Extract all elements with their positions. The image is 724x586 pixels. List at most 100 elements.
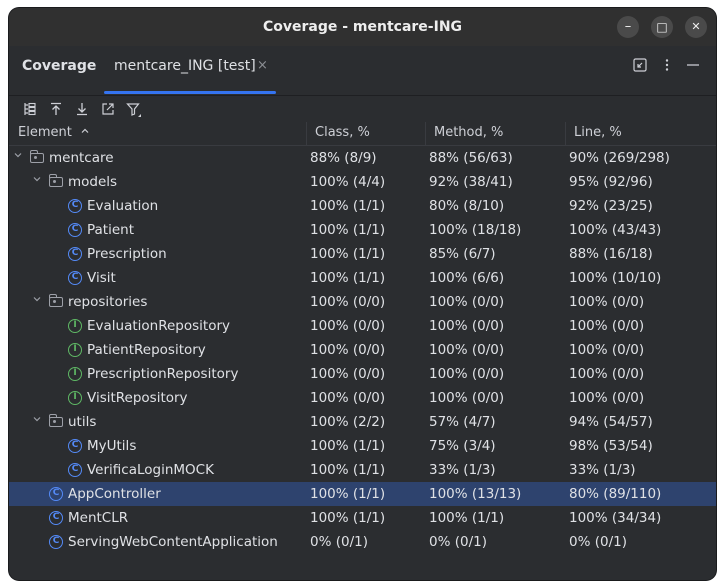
collapse-all-icon[interactable] xyxy=(47,102,65,120)
class-coverage-cell: 100% (1/1) xyxy=(310,270,386,286)
method-coverage-cell: 57% (4/7) xyxy=(429,414,496,430)
class-icon: C xyxy=(49,487,63,501)
filter-icon[interactable] xyxy=(125,102,143,120)
chevron-down-icon[interactable] xyxy=(31,170,43,194)
method-coverage-cell: 100% (0/0) xyxy=(429,318,505,334)
method-coverage-cell: 75% (3/4) xyxy=(429,438,496,454)
maximize-button[interactable]: □ xyxy=(651,16,673,38)
method-coverage-cell: 100% (13/13) xyxy=(429,486,522,502)
sort-ascending-icon xyxy=(80,125,90,140)
line-coverage-cell: 0% (0/1) xyxy=(569,534,627,550)
line-coverage-cell: 100% (10/10) xyxy=(569,270,662,286)
line-coverage-cell: 90% (269/298) xyxy=(569,150,670,166)
element-name: Patient xyxy=(87,222,135,238)
line-coverage-cell: 98% (53/54) xyxy=(569,438,653,454)
element-name: mentcare xyxy=(49,150,114,166)
table-row[interactable]: C MentCLR 100% (1/1) 100% (1/1) 100% (34/34) xyxy=(9,506,716,530)
expand-all-icon[interactable] xyxy=(73,102,91,120)
more-options-icon[interactable] xyxy=(658,58,676,76)
class-icon: C xyxy=(68,439,82,453)
class-icon: C xyxy=(49,511,63,525)
class-coverage-cell: 100% (1/1) xyxy=(310,510,386,526)
active-tab-indicator xyxy=(104,91,276,94)
table-row[interactable]: C MyUtils 100% (1/1) 75% (3/4) 98% (53/54) xyxy=(9,434,716,458)
method-coverage-cell: 100% (0/0) xyxy=(429,342,505,358)
title-bar[interactable]: Coverage - mentcare-ING – □ ✕ xyxy=(9,8,716,46)
table-row[interactable]: I VisitRepository 100% (0/0) 100% (0/0) 100%… xyxy=(9,386,716,410)
tab-bar: Coverage mentcare_ING [test] × xyxy=(9,46,716,96)
class-icon: C xyxy=(68,463,82,477)
method-coverage-cell: 100% (0/0) xyxy=(429,366,505,382)
table-row[interactable]: utils 100% (2/2) 57% (4/7) 94% (54/57) xyxy=(9,410,716,434)
column-divider[interactable] xyxy=(425,122,426,145)
table-row[interactable]: C Patient 100% (1/1) 100% (18/18) 100% (43/4… xyxy=(9,218,716,242)
class-coverage-cell: 100% (1/1) xyxy=(310,438,386,454)
element-name: EvaluationRepository xyxy=(87,318,231,334)
line-coverage-cell: 100% (0/0) xyxy=(569,390,645,406)
table-row[interactable]: C AppController 100% (1/1) 100% (13/13) 80% … xyxy=(9,482,716,506)
navigate-to-source-icon[interactable] xyxy=(99,102,117,120)
interface-icon: I xyxy=(68,343,82,357)
class-coverage-cell: 100% (0/0) xyxy=(310,366,386,382)
class-coverage-cell: 100% (0/0) xyxy=(310,342,386,358)
table-row[interactable]: repositories 100% (0/0) 100% (0/0) 100% (0/… xyxy=(9,290,716,314)
column-header-class[interactable]: Class, % xyxy=(315,122,370,145)
element-name: MyUtils xyxy=(87,438,137,454)
class-coverage-cell: 100% (1/1) xyxy=(310,198,386,214)
class-coverage-cell: 100% (4/4) xyxy=(310,174,386,190)
method-coverage-cell: 33% (1/3) xyxy=(429,462,496,478)
class-coverage-cell: 100% (1/1) xyxy=(310,222,386,238)
column-header-method[interactable]: Method, % xyxy=(434,122,503,145)
line-coverage-cell: 80% (89/110) xyxy=(569,486,662,502)
method-coverage-cell: 100% (1/1) xyxy=(429,510,505,526)
interface-icon: I xyxy=(68,319,82,333)
restore-layout-icon[interactable] xyxy=(631,58,649,76)
table-row[interactable]: I PrescriptionRepository 100% (0/0) 100% (0… xyxy=(9,362,716,386)
tab-run-config[interactable]: mentcare_ING [test] × xyxy=(104,46,276,94)
table-row[interactable]: I EvaluationRepository 100% (0/0) 100% (0/0… xyxy=(9,314,716,338)
line-coverage-cell: 92% (23/25) xyxy=(569,198,653,214)
tool-window-title: Coverage xyxy=(22,58,97,74)
table-row[interactable]: C VerificaLoginMOCK 100% (1/1) 33% (1/3) 33%… xyxy=(9,458,716,482)
table-row[interactable]: C Evaluation 100% (1/1) 80% (8/10) 92% (23/2… xyxy=(9,194,716,218)
element-name: AppController xyxy=(68,486,161,502)
chevron-down-icon[interactable] xyxy=(31,290,43,314)
class-coverage-cell: 100% (1/1) xyxy=(310,462,386,478)
column-divider[interactable] xyxy=(565,122,566,145)
table-row[interactable]: models 100% (4/4) 92% (38/41) 95% (92/96) xyxy=(9,170,716,194)
table-header: Element Class, % Method, % Line, % xyxy=(9,122,716,146)
method-coverage-cell: 92% (38/41) xyxy=(429,174,513,190)
column-header-element-label: Element xyxy=(18,125,72,140)
class-icon: C xyxy=(68,223,82,237)
method-coverage-cell: 88% (56/63) xyxy=(429,150,513,166)
column-divider[interactable] xyxy=(306,122,307,145)
line-coverage-cell: 100% (34/34) xyxy=(569,510,662,526)
class-coverage-cell: 88% (8/9) xyxy=(310,150,377,166)
tab-run-label: mentcare_ING [test] xyxy=(114,58,256,74)
minimize-button[interactable]: – xyxy=(617,16,639,38)
element-name: Visit xyxy=(87,270,116,286)
method-coverage-cell: 85% (6/7) xyxy=(429,246,496,262)
class-icon: C xyxy=(68,271,82,285)
flatten-packages-icon[interactable] xyxy=(21,102,39,120)
chevron-down-icon[interactable] xyxy=(12,146,24,170)
table-row[interactable]: C ServingWebContentApplication 0% (0/1) 0% … xyxy=(9,530,716,554)
table-row[interactable]: C Prescription 100% (1/1) 85% (6/7) 88% (16/… xyxy=(9,242,716,266)
element-name: MentCLR xyxy=(68,510,129,526)
close-button[interactable]: ✕ xyxy=(685,16,707,38)
column-header-line[interactable]: Line, % xyxy=(574,122,622,145)
method-coverage-cell: 100% (0/0) xyxy=(429,294,505,310)
package-folder-icon xyxy=(49,174,63,187)
package-folder-icon xyxy=(30,150,44,163)
column-header-element[interactable]: Element xyxy=(18,122,90,145)
method-coverage-cell: 100% (6/6) xyxy=(429,270,505,286)
element-name: Evaluation xyxy=(87,198,159,214)
hide-panel-icon[interactable] xyxy=(684,58,702,76)
tab-close-icon[interactable]: × xyxy=(257,46,268,86)
line-coverage-cell: 100% (0/0) xyxy=(569,294,645,310)
table-row[interactable]: C Visit 100% (1/1) 100% (6/6) 100% (10/10) xyxy=(9,266,716,290)
chevron-down-icon[interactable] xyxy=(31,410,43,434)
table-row[interactable]: I PatientRepository 100% (0/0) 100% (0/0) 10… xyxy=(9,338,716,362)
table-row[interactable]: mentcare 88% (8/9) 88% (56/63) 90% (269/298… xyxy=(9,146,716,170)
method-coverage-cell: 80% (8/10) xyxy=(429,198,505,214)
